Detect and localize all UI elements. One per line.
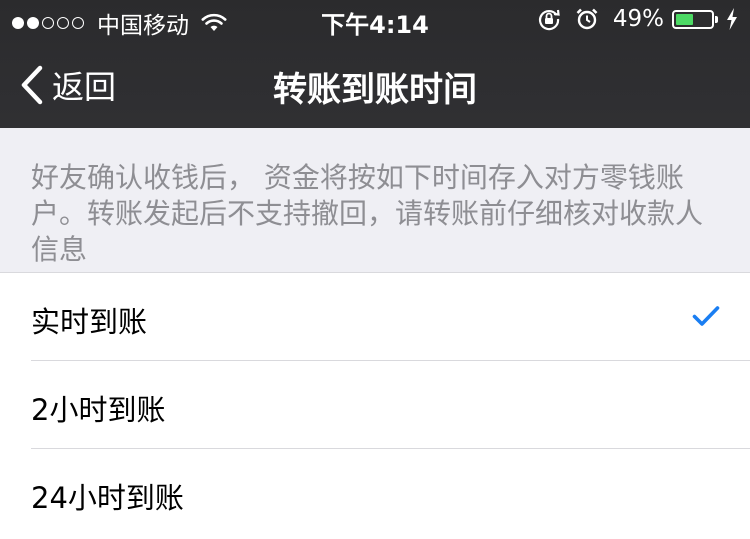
- battery-body: [672, 9, 714, 29]
- status-right: 49%: [537, 6, 738, 32]
- option-label: 2小时到账: [31, 393, 166, 427]
- status-bar: 中国移动 下午4:14 49%: [0, 0, 750, 40]
- battery-tip: [715, 15, 718, 23]
- header: 中国移动 下午4:14 49% 返回 转账到账时间: [0, 0, 750, 128]
- battery-percent: 49%: [612, 6, 664, 32]
- description-text: 好友确认收钱后， 资金将按如下时间存入对方零钱账户。转账发起后不支持撤回，请转账…: [31, 161, 704, 266]
- option-24-hours[interactable]: 24小时到账: [0, 449, 750, 537]
- orientation-lock-icon: [537, 7, 561, 31]
- option-realtime[interactable]: 实时到账: [0, 273, 750, 361]
- option-label: 24小时到账: [31, 481, 184, 515]
- battery-icon: [672, 9, 718, 29]
- battery-fill: [676, 13, 693, 25]
- checkmark-icon: [692, 306, 720, 326]
- option-2-hours[interactable]: 2小时到账: [0, 361, 750, 449]
- navigation-bar: 返回 转账到账时间: [0, 40, 750, 128]
- page-title: 转账到账时间: [273, 70, 477, 110]
- alarm-icon: [575, 7, 599, 31]
- charging-bolt-icon: [726, 8, 738, 30]
- transfer-time-options: 实时到账 2小时到账 24小时到账: [0, 272, 750, 539]
- option-label: 实时到账: [31, 305, 148, 339]
